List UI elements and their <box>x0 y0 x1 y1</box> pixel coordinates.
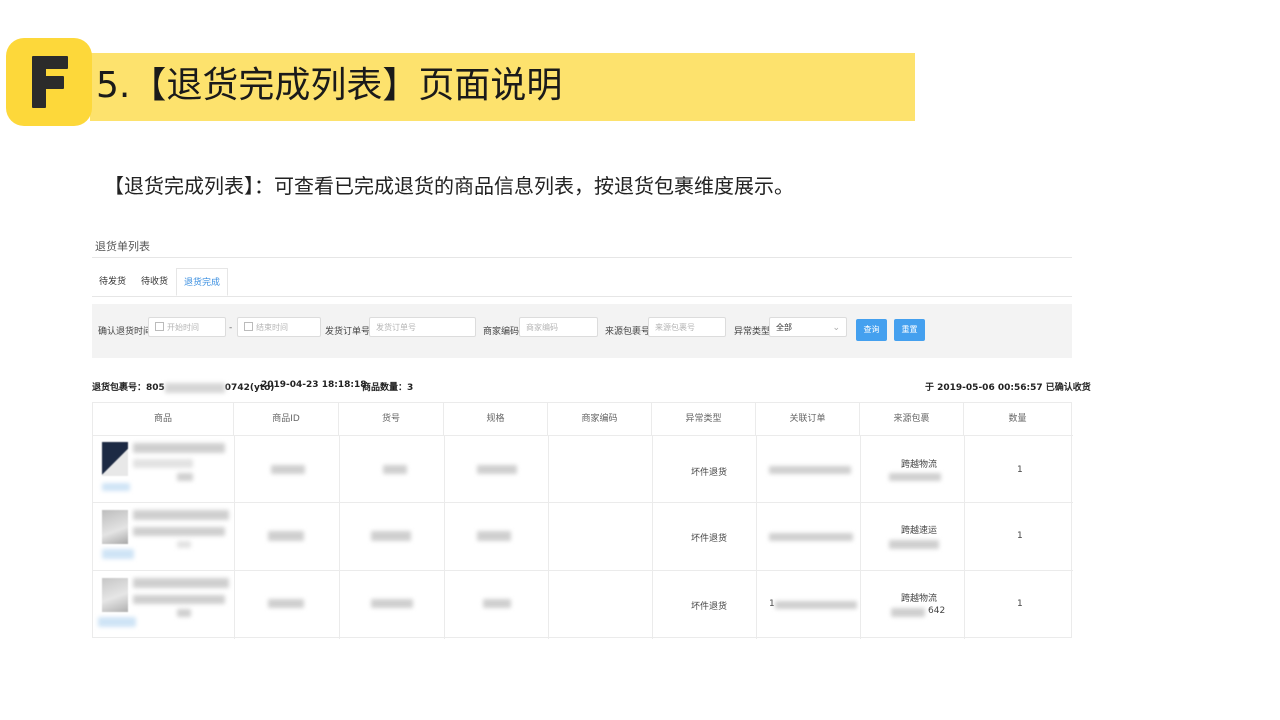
redacted-blur <box>383 465 407 474</box>
reset-button[interactable]: 重置 <box>894 319 925 341</box>
col-header-merchant-code: 商家编码 <box>548 403 652 435</box>
col-divider <box>548 435 549 639</box>
redacted-blur <box>271 465 305 474</box>
start-time-input[interactable]: 开始时间 <box>148 317 226 337</box>
col-divider <box>234 435 235 639</box>
redacted-blur <box>133 443 225 453</box>
package-number: 退货包裹号：805 0742(yto) <box>92 382 275 393</box>
redacted-blur <box>889 540 939 549</box>
col-divider <box>860 435 861 639</box>
exception-type: 坏件退货 <box>691 534 728 544</box>
exception-type: 坏件退货 <box>691 602 728 612</box>
source-carrier: 跨越物流 <box>901 594 938 604</box>
redacted-blur <box>133 459 193 468</box>
package-date: 2019-04-23 18:18:18 <box>261 380 367 390</box>
source-package-input[interactable]: 来源包裹号 <box>648 317 726 337</box>
col-header-exception: 异常类型 <box>652 403 756 435</box>
source-carrier: 跨越速运 <box>901 526 938 536</box>
col-header-product-id: 商品ID <box>234 403 339 435</box>
redacted-blur <box>891 608 925 617</box>
redacted-blur <box>177 541 191 548</box>
redacted-blur <box>371 531 411 541</box>
merchant-code-input[interactable]: 商家编码 <box>519 317 598 337</box>
logo-badge <box>6 38 92 126</box>
product-thumbnail[interactable] <box>102 510 128 544</box>
quantity: 1 <box>1017 465 1023 475</box>
product-thumbnail[interactable] <box>102 442 128 476</box>
redacted-blur <box>133 578 229 588</box>
calendar-icon <box>155 322 164 331</box>
package-quantity: 商品数量：3 <box>362 383 414 393</box>
tab-bar: 待发货 待收货 退货完成 <box>92 268 1072 297</box>
letter-f-logo-icon <box>32 56 68 108</box>
confirmed-receipt: 于 2019-05-06 00:56:57 已确认收货 <box>925 383 1091 393</box>
package-items-table: 商品 商品ID 货号 规格 商家编码 异常类型 关联订单 来源包裹 数量 坏件退… <box>92 402 1073 639</box>
exception-type-select[interactable]: 全部 ⌄ <box>769 317 847 337</box>
ship-order-label: 发货订单号 <box>325 327 371 337</box>
col-header-spec: 规格 <box>444 403 548 435</box>
end-time-input[interactable]: 结束时间 <box>237 317 321 337</box>
source-package-suffix: 642 <box>928 606 946 616</box>
merchant-code-label: 商家编码 <box>483 327 520 337</box>
quantity: 1 <box>1017 599 1023 609</box>
redacted-blur <box>177 473 193 481</box>
redacted-blur <box>769 533 853 541</box>
ship-order-input[interactable]: 发货订单号 <box>369 317 476 337</box>
redacted-blur <box>133 527 225 536</box>
col-header-quantity: 数量 <box>1008 414 1027 424</box>
col-divider <box>964 435 965 639</box>
range-separator: - <box>229 323 233 333</box>
col-header-product: 商品 <box>93 403 234 435</box>
col-divider <box>756 435 757 639</box>
col-divider <box>652 435 653 639</box>
product-thumbnail[interactable] <box>102 578 128 612</box>
related-order-prefix: 1 <box>769 599 775 609</box>
redacted-blur <box>769 466 851 474</box>
quantity: 1 <box>1017 531 1023 541</box>
tab-pending-ship[interactable]: 待发货 <box>92 268 133 296</box>
col-header-sku: 货号 <box>339 403 444 435</box>
redacted-blur <box>164 382 225 393</box>
source-carrier: 跨越物流 <box>901 460 938 470</box>
return-list-screenshot: 退货单列表 待发货 待收货 退货完成 确认退货时间 开始时间 - 结束时间 发货… <box>92 232 1091 642</box>
col-divider <box>339 435 340 639</box>
redacted-blur <box>477 465 517 474</box>
row-divider <box>93 502 1073 503</box>
redacted-blur <box>268 599 304 608</box>
redacted-blur <box>98 617 136 627</box>
title-divider <box>92 257 1072 258</box>
calendar-icon <box>244 322 253 331</box>
source-package-label: 来源包裹号 <box>605 327 651 337</box>
redacted-blur <box>371 599 413 608</box>
filter-bar: 确认退货时间 开始时间 - 结束时间 发货订单号 发货订单号 商家编码 商家编码… <box>92 304 1072 358</box>
slide-description: 【退货完成列表】：可查看已完成退货的商品信息列表，按退货包裹维度展示。 <box>104 174 794 198</box>
redacted-blur <box>102 483 130 491</box>
col-header-related-order: 关联订单 <box>756 403 860 435</box>
col-header-source-package: 来源包裹 <box>860 403 964 435</box>
redacted-blur <box>889 473 941 481</box>
exception-type: 坏件退货 <box>691 468 728 478</box>
redacted-blur <box>102 549 134 559</box>
redacted-blur <box>133 595 225 604</box>
redacted-blur <box>133 510 229 520</box>
redacted-blur <box>268 531 304 541</box>
confirm-time-label: 确认退货时间 <box>98 327 153 337</box>
redacted-blur <box>477 531 511 541</box>
slide-title: 5.【退货完成列表】页面说明 <box>96 65 563 106</box>
chevron-down-icon: ⌄ <box>832 323 840 333</box>
col-divider <box>444 435 445 639</box>
tab-return-complete[interactable]: 退货完成 <box>176 268 228 296</box>
exception-type-label: 异常类型 <box>734 327 771 337</box>
query-button[interactable]: 查询 <box>856 319 887 341</box>
tab-pending-receive[interactable]: 待收货 <box>133 268 176 296</box>
redacted-blur <box>177 609 191 617</box>
redacted-blur <box>775 601 857 609</box>
row-divider <box>93 570 1073 571</box>
redacted-blur <box>483 599 511 608</box>
row-divider <box>93 435 1073 436</box>
page-title: 退货单列表 <box>95 240 150 253</box>
